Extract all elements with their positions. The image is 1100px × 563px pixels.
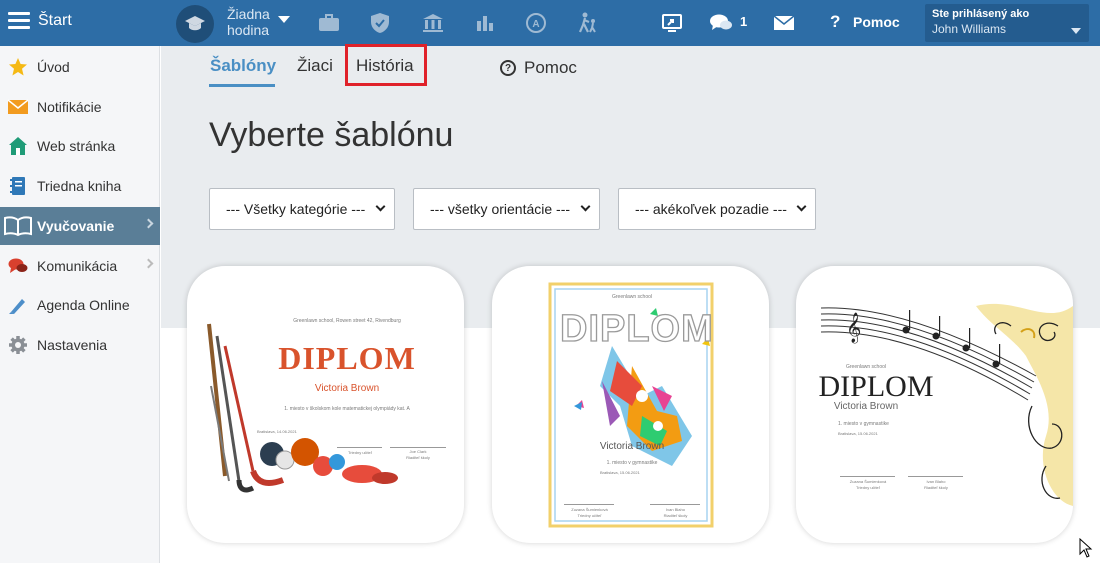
speech-bubbles-icon [8, 256, 28, 276]
tab-pomoc[interactable]: ? Pomoc [500, 58, 577, 78]
pen-icon [8, 295, 28, 315]
svg-text:A: A [532, 19, 539, 30]
tab-sablony[interactable]: Šablóny [210, 56, 276, 76]
messages-count-badge: 1 [740, 14, 748, 29]
template-card-sports[interactable]: Greenlawn school, Rowen street 42, Riven… [187, 266, 464, 543]
chevron-right-icon [143, 218, 154, 229]
hamburger-menu-icon[interactable] [8, 12, 30, 30]
sidebar-item-notifikacie[interactable]: Notifikácie [0, 88, 160, 126]
sidebar-item-nastavenia[interactable]: Nastavenia [0, 326, 160, 364]
start-link[interactable]: Štart [38, 12, 72, 30]
orientation-select[interactable]: --- všetky orientácie --- [413, 188, 600, 230]
open-book-icon [4, 216, 32, 236]
chat-icon[interactable] [708, 10, 734, 36]
chevron-down-icon [796, 201, 807, 212]
tab-ziaci[interactable]: Žiaci [297, 56, 333, 76]
chevron-down-icon[interactable] [278, 16, 290, 23]
sidebar-item-vyucovanie[interactable]: Vyučovanie [0, 207, 160, 245]
svg-text:𝄞: 𝄞 [846, 312, 861, 344]
help-circle-icon: ? [500, 60, 516, 76]
template-card-violin[interactable]: Greenlawn school DIPLOM Victoria Brown 1… [492, 266, 769, 543]
top-bar: Štart Žiadna hodina A 1 ? Pomoc Ste prih… [0, 0, 1100, 46]
mouse-cursor-icon [1079, 538, 1093, 558]
lesson-selector[interactable]: Žiadna hodina [227, 6, 270, 38]
help-link[interactable]: Pomoc [853, 14, 900, 30]
highlight-box [345, 44, 427, 86]
sidebar-item-label: Web stránka [37, 138, 116, 154]
shield-icon[interactable] [367, 10, 393, 36]
sidebar-item-label: Vyučovanie [37, 218, 115, 234]
bar-chart-icon[interactable] [472, 10, 498, 36]
chevron-down-icon [580, 201, 591, 212]
chevron-down-icon [375, 201, 386, 212]
sidebar-item-label: Agenda Online [37, 297, 130, 313]
sidebar-item-label: Komunikácia [37, 258, 118, 274]
screen-share-icon[interactable] [659, 10, 685, 36]
page-title: Vyberte šablónu [209, 116, 454, 154]
sidebar-item-komunikacia[interactable]: Komunikácia [0, 247, 160, 285]
envelope-icon [8, 97, 28, 117]
mail-icon[interactable] [771, 10, 797, 36]
sports-equipment-illustration [207, 323, 398, 493]
sidebar-item-uvod[interactable]: Úvod [0, 48, 160, 86]
gear-icon [8, 335, 28, 355]
template-card-music[interactable]: 𝄞 Greenlawn school DIPLOM Victoria Brown… [796, 266, 1073, 543]
chevron-down-icon[interactable] [1071, 28, 1081, 34]
sidebar-item-agenda-online[interactable]: Agenda Online [0, 286, 160, 324]
sidebar-item-web-stranka[interactable]: Web stránka [0, 127, 160, 165]
sidebar-item-triedna-kniha[interactable]: Triedna kniha [0, 167, 160, 205]
category-select[interactable]: --- Všetky kategórie --- [209, 188, 395, 230]
grade-icon[interactable]: A [523, 10, 549, 36]
sidebar-item-label: Úvod [37, 59, 70, 75]
question-mark-icon[interactable]: ? [830, 12, 840, 32]
sidebar-item-label: Notifikácie [37, 99, 102, 115]
house-icon [8, 136, 28, 156]
notebook-icon [8, 176, 28, 196]
user-menu[interactable]: Ste prihlásený ako John Williams [925, 4, 1089, 42]
sidebar-item-label: Nastavenia [37, 337, 108, 353]
active-tab-indicator [209, 84, 275, 87]
graduation-cap-icon[interactable] [176, 5, 214, 43]
chevron-right-icon [143, 258, 154, 269]
walking-child-icon[interactable] [575, 10, 601, 36]
main-content: Šablóny Žiaci História ? Pomoc Vyberte š… [161, 44, 1100, 563]
star-icon [8, 57, 28, 77]
background-select[interactable]: --- akékoľvek pozadie --- [618, 188, 816, 230]
briefcase-icon[interactable] [316, 10, 342, 36]
sidebar: Úvod Notifikácie Web stránka Triedna kni… [0, 46, 160, 563]
sidebar-item-label: Triedna kniha [37, 178, 122, 194]
bank-icon[interactable] [420, 10, 446, 36]
